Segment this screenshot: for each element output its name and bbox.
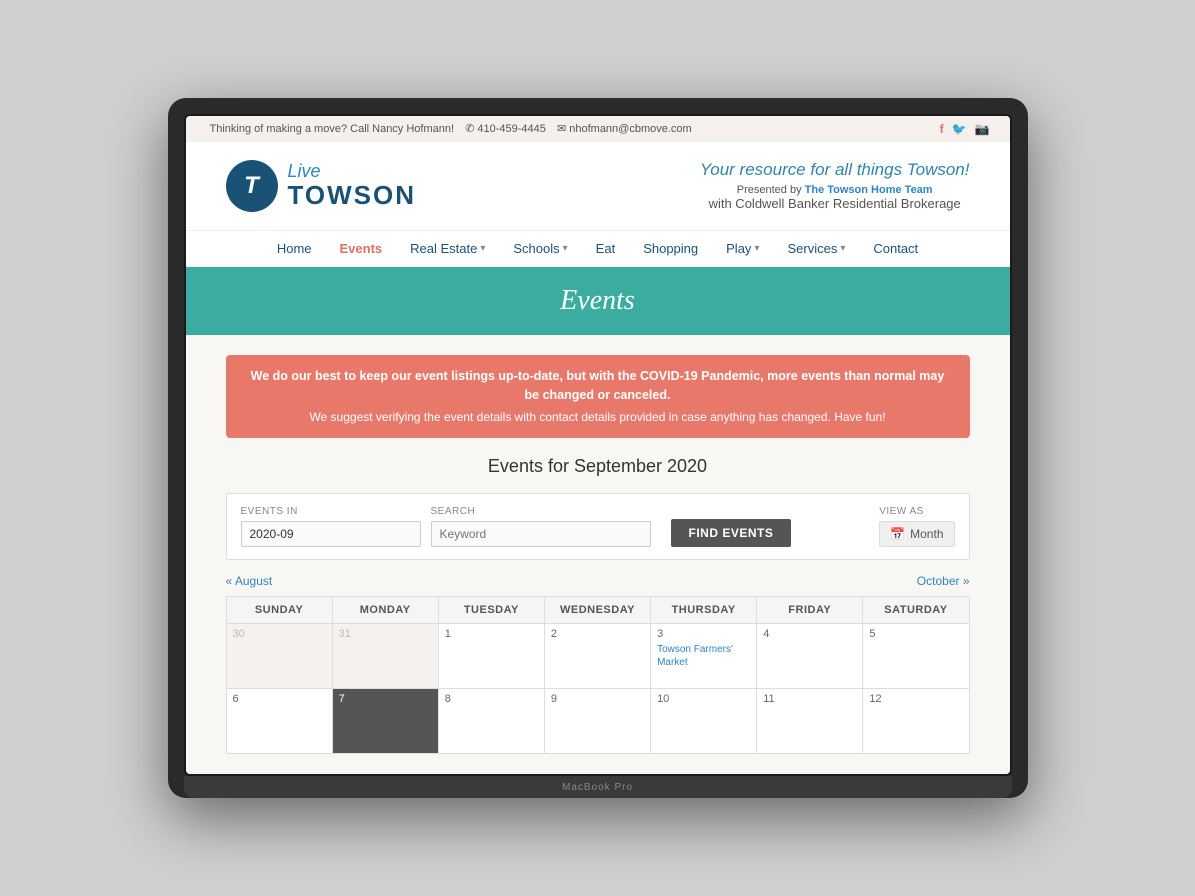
alert-bold: We do our best to keep our event listing… <box>244 367 952 405</box>
top-bar: Thinking of making a move? Call Nancy Ho… <box>186 116 1010 142</box>
header-right: Your resource for all things Towson! Pre… <box>700 160 970 211</box>
col-tuesday: TUESDAY <box>438 597 544 624</box>
logo-text: Live TOWSON <box>288 162 417 210</box>
laptop-outer: Thinking of making a move? Call Nancy Ho… <box>168 98 1028 799</box>
logo-towson: TOWSON <box>288 181 417 210</box>
col-friday: FRIDAY <box>757 597 863 624</box>
nav-schools[interactable]: Schools ▾ <box>501 231 579 266</box>
twitter-icon[interactable]: 🐦 <box>952 122 967 136</box>
col-thursday: THURSDAY <box>651 597 757 624</box>
find-events-button[interactable]: FIND EVENTS <box>671 519 792 547</box>
top-bar-left: Thinking of making a move? Call Nancy Ho… <box>206 122 696 135</box>
logo-circle: T <box>226 160 278 212</box>
cal-cell-sep7: 7 <box>332 689 438 754</box>
col-monday: MONDAY <box>332 597 438 624</box>
play-arrow: ▾ <box>754 243 759 254</box>
col-sunday: SUNDAY <box>226 597 332 624</box>
topbar-message: Thinking of making a move? Call Nancy Ho… <box>210 123 455 135</box>
search-label: SEARCH <box>431 506 651 517</box>
hero-banner: Events <box>186 267 1010 335</box>
nav-eat[interactable]: Eat <box>584 231 628 266</box>
col-wednesday: WEDNESDAY <box>544 597 650 624</box>
view-as-button[interactable]: 📅 Month <box>879 521 954 547</box>
table-row: 30 31 1 2 3 Towson Farmers' Market 4 5 <box>226 624 969 689</box>
view-as-label: VIEW AS <box>879 506 954 517</box>
search-bar: EVENTS IN SEARCH FIND EVENTS VIEW AS 📅 <box>226 493 970 560</box>
nav-shopping[interactable]: Shopping <box>631 231 710 266</box>
facebook-icon[interactable]: f <box>940 122 944 136</box>
site-wrapper: Thinking of making a move? Call Nancy Ho… <box>186 116 1010 775</box>
next-month-link[interactable]: October » <box>917 574 970 588</box>
topbar-email[interactable]: ✉ nhofmann@cbmove.com <box>557 123 692 135</box>
nav-contact[interactable]: Contact <box>861 231 930 266</box>
cal-cell-sep1: 1 <box>438 624 544 689</box>
cal-cell-sep2: 2 <box>544 624 650 689</box>
main-nav: Home Events Real Estate ▾ Schools ▾ Eat … <box>186 230 1010 267</box>
calendar-nav: « August October » <box>226 574 970 588</box>
laptop-screen: Thinking of making a move? Call Nancy Ho… <box>184 114 1012 777</box>
cal-cell-aug31: 31 <box>332 624 438 689</box>
cal-cell-sep4: 4 <box>757 624 863 689</box>
nav-play[interactable]: Play ▾ <box>714 231 771 266</box>
event-farmers-market[interactable]: Towson Farmers' Market <box>657 643 750 669</box>
events-in-field: EVENTS IN <box>241 506 421 547</box>
events-heading: Events for September 2020 <box>226 456 970 477</box>
cal-cell-sep9: 9 <box>544 689 650 754</box>
nav-events[interactable]: Events <box>328 231 395 266</box>
nav-home[interactable]: Home <box>265 231 324 266</box>
nav-real-estate[interactable]: Real Estate ▾ <box>398 231 497 266</box>
cal-cell-aug30: 30 <box>226 624 332 689</box>
keyword-input[interactable] <box>431 521 651 547</box>
cal-cell-sep12: 12 <box>863 689 969 754</box>
team-name: The Towson Home Team <box>805 184 933 196</box>
calendar-table: SUNDAY MONDAY TUESDAY WEDNESDAY THURSDAY… <box>226 596 970 754</box>
laptop-container: Thinking of making a move? Call Nancy Ho… <box>168 98 1028 799</box>
view-as-value: Month <box>910 527 943 541</box>
hero-title: Events <box>204 285 992 317</box>
presented-label: Presented by <box>737 184 802 196</box>
schools-arrow: ▾ <box>563 243 568 254</box>
social-links: f 🐦 📷 <box>940 122 990 136</box>
cal-cell-sep10: 10 <box>651 689 757 754</box>
events-in-input[interactable] <box>241 521 421 547</box>
logo-letter: T <box>244 172 259 200</box>
events-in-label: EVENTS IN <box>241 506 421 517</box>
cal-cell-sep11: 11 <box>757 689 863 754</box>
logo-area: T Live TOWSON <box>226 160 417 212</box>
instagram-icon[interactable]: 📷 <box>975 122 990 136</box>
topbar-phone[interactable]: ✆ 410-459-4445 <box>465 123 546 135</box>
site-header: T Live TOWSON Your resource for all thin… <box>186 142 1010 230</box>
view-as: VIEW AS 📅 Month <box>879 506 954 547</box>
alert-sub: We suggest verifying the event details w… <box>309 410 885 424</box>
logo-live: Live <box>288 162 417 182</box>
calendar-header-row: SUNDAY MONDAY TUESDAY WEDNESDAY THURSDAY… <box>226 597 969 624</box>
main-content: We do our best to keep our event listing… <box>186 335 1010 775</box>
cal-cell-sep3: 3 Towson Farmers' Market <box>651 624 757 689</box>
calendar-icon: 📅 <box>890 527 905 541</box>
tagline: Your resource for all things Towson! <box>700 160 970 180</box>
laptop-base: MacBook Pro <box>184 776 1012 798</box>
nav-services[interactable]: Services ▾ <box>775 231 857 266</box>
cal-cell-sep8: 8 <box>438 689 544 754</box>
cal-cell-sep6: 6 <box>226 689 332 754</box>
laptop-brand: MacBook Pro <box>562 782 633 793</box>
cal-cell-sep5: 5 <box>863 624 969 689</box>
table-row: 6 7 8 9 10 11 12 <box>226 689 969 754</box>
real-estate-arrow: ▾ <box>480 243 485 254</box>
broker-name: with Coldwell Banker Residential Brokera… <box>700 196 970 211</box>
keyword-field: SEARCH <box>431 506 651 547</box>
presented-by: Presented by The Towson Home Team <box>700 184 970 196</box>
alert-box: We do our best to keep our event listing… <box>226 355 970 439</box>
col-saturday: SATURDAY <box>863 597 969 624</box>
prev-month-link[interactable]: « August <box>226 574 273 588</box>
services-arrow: ▾ <box>840 243 845 254</box>
